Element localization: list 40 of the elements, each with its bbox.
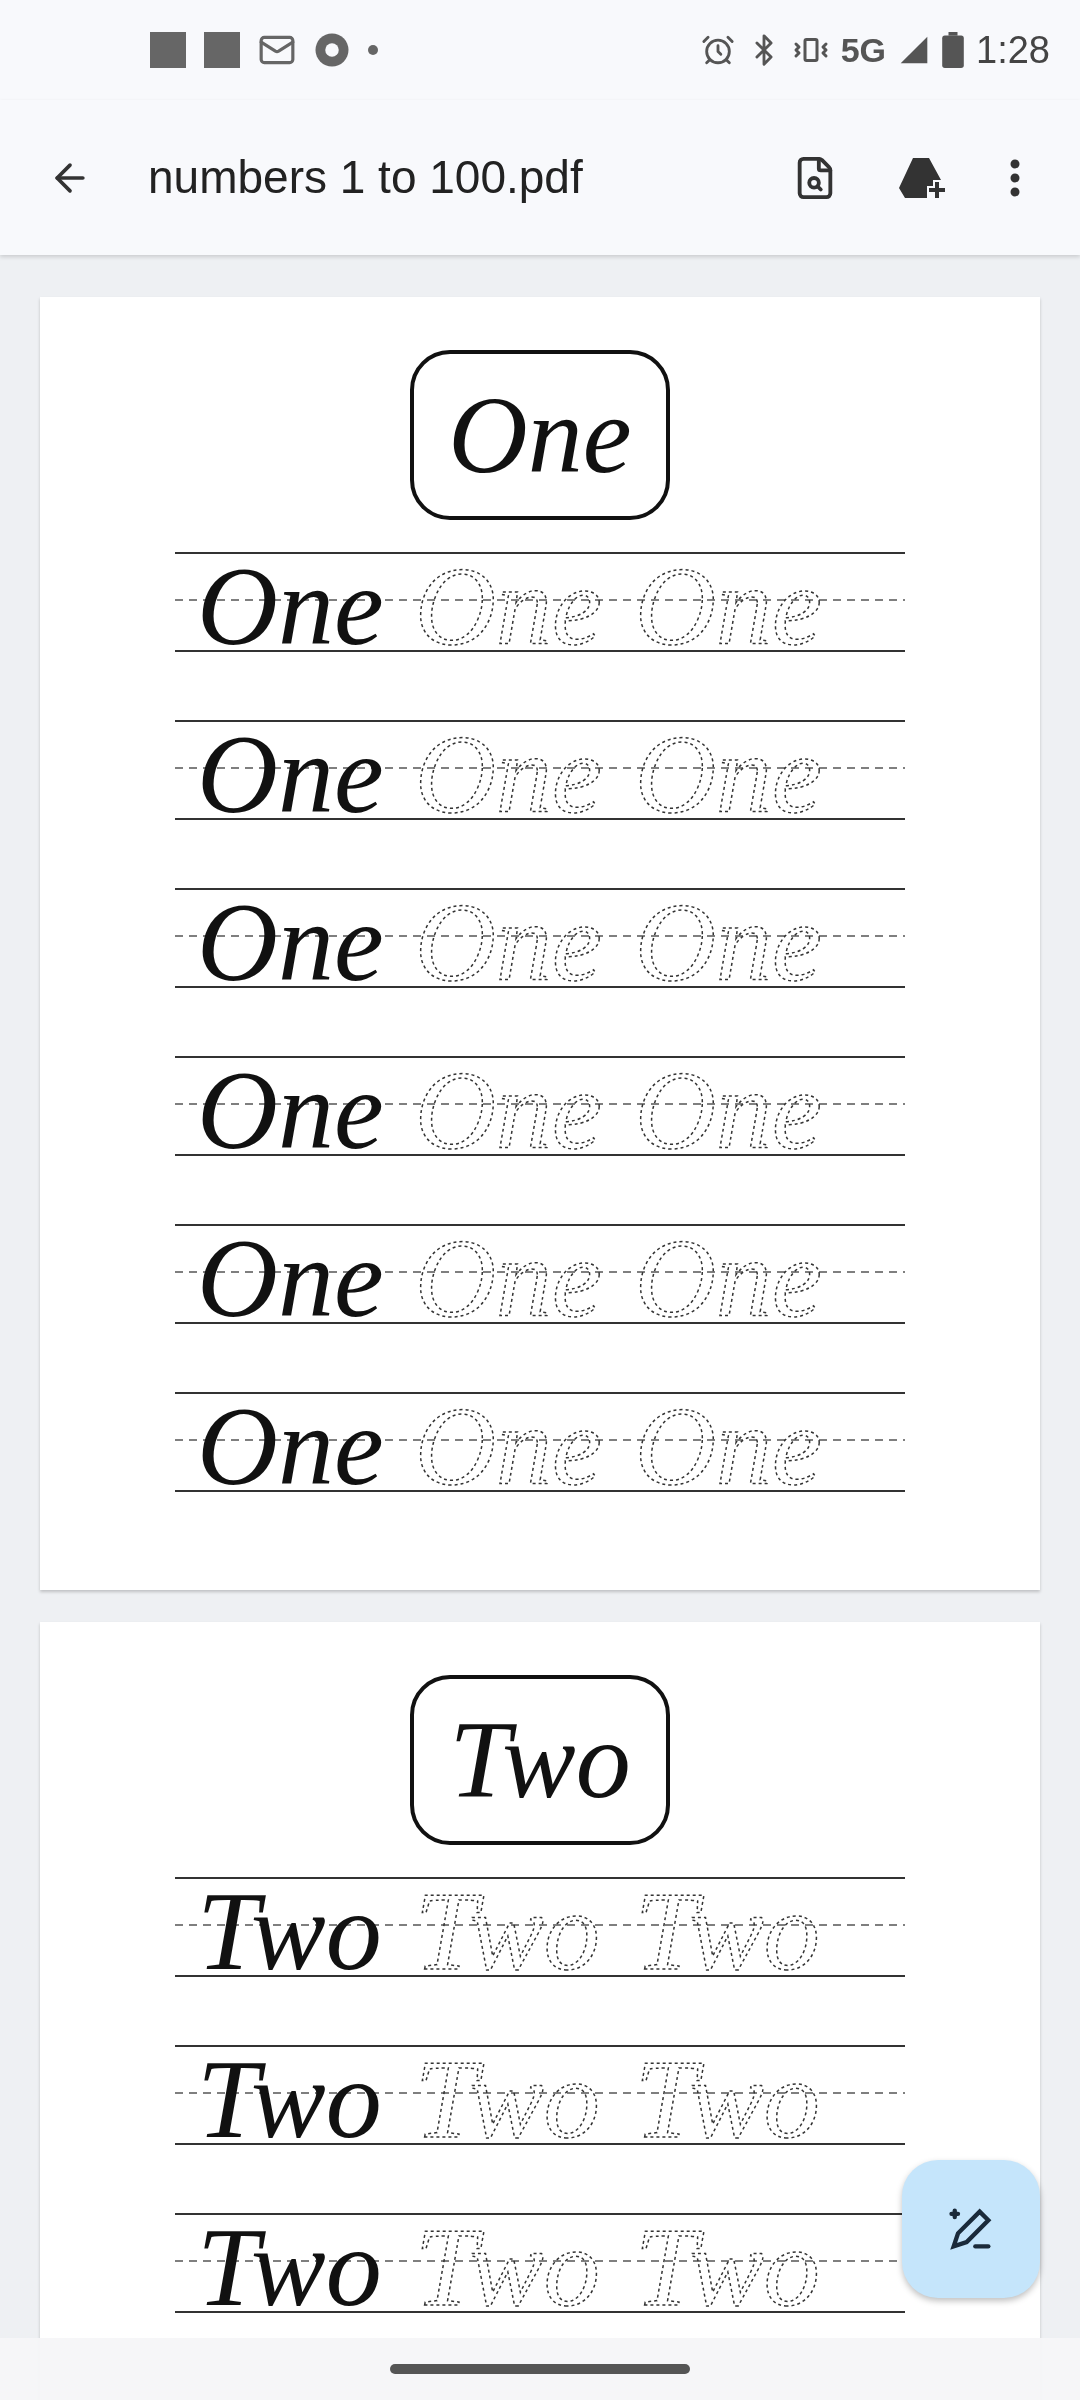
traced-word: Two	[635, 2037, 820, 2161]
traced-word: One	[415, 1384, 602, 1508]
practice-word: One	[197, 1384, 384, 1508]
battery-icon	[942, 32, 965, 68]
traced-word: One	[415, 712, 602, 836]
notification-icon	[150, 32, 186, 68]
practice-word: Two	[197, 2037, 382, 2161]
practice-word: One	[197, 1216, 384, 1340]
traced-word: One	[415, 1048, 602, 1172]
traced-word: One	[635, 1048, 822, 1172]
traced-word: One	[635, 880, 822, 1004]
traced-word: Two	[415, 1869, 600, 1993]
traced-word: One	[635, 1384, 822, 1508]
more-notifications-icon	[368, 45, 378, 55]
traced-word: Two	[635, 2205, 820, 2329]
traced-word: One	[415, 1216, 602, 1340]
traced-word: Two	[635, 1869, 820, 1993]
notification-icon	[204, 32, 240, 68]
more-icon	[1010, 158, 1020, 197]
traced-word: One	[415, 544, 602, 668]
clock: 1:28	[976, 27, 1050, 73]
page-heading: One	[410, 350, 670, 520]
practice-word: Two	[197, 1869, 382, 1993]
practice-word: One	[197, 1048, 384, 1172]
alarm-icon	[700, 33, 735, 67]
traced-word: One	[635, 1216, 822, 1340]
browser-icon	[314, 32, 350, 68]
annotate-button[interactable]	[902, 2160, 1040, 2298]
network-type: 5G	[840, 29, 887, 71]
practice-word: One	[197, 880, 384, 1004]
traced-word: One	[415, 880, 602, 1004]
traced-word: Two	[415, 2205, 600, 2329]
document-title: numbers 1 to 100.pdf	[148, 150, 584, 205]
traced-word: One	[635, 544, 822, 668]
practice-word: One	[197, 544, 384, 668]
traced-word: Two	[415, 2037, 600, 2161]
traced-word: One	[635, 712, 822, 836]
practice-word: One	[197, 712, 384, 836]
page-heading: Two	[410, 1675, 670, 1845]
practice-word: Two	[197, 2205, 382, 2329]
